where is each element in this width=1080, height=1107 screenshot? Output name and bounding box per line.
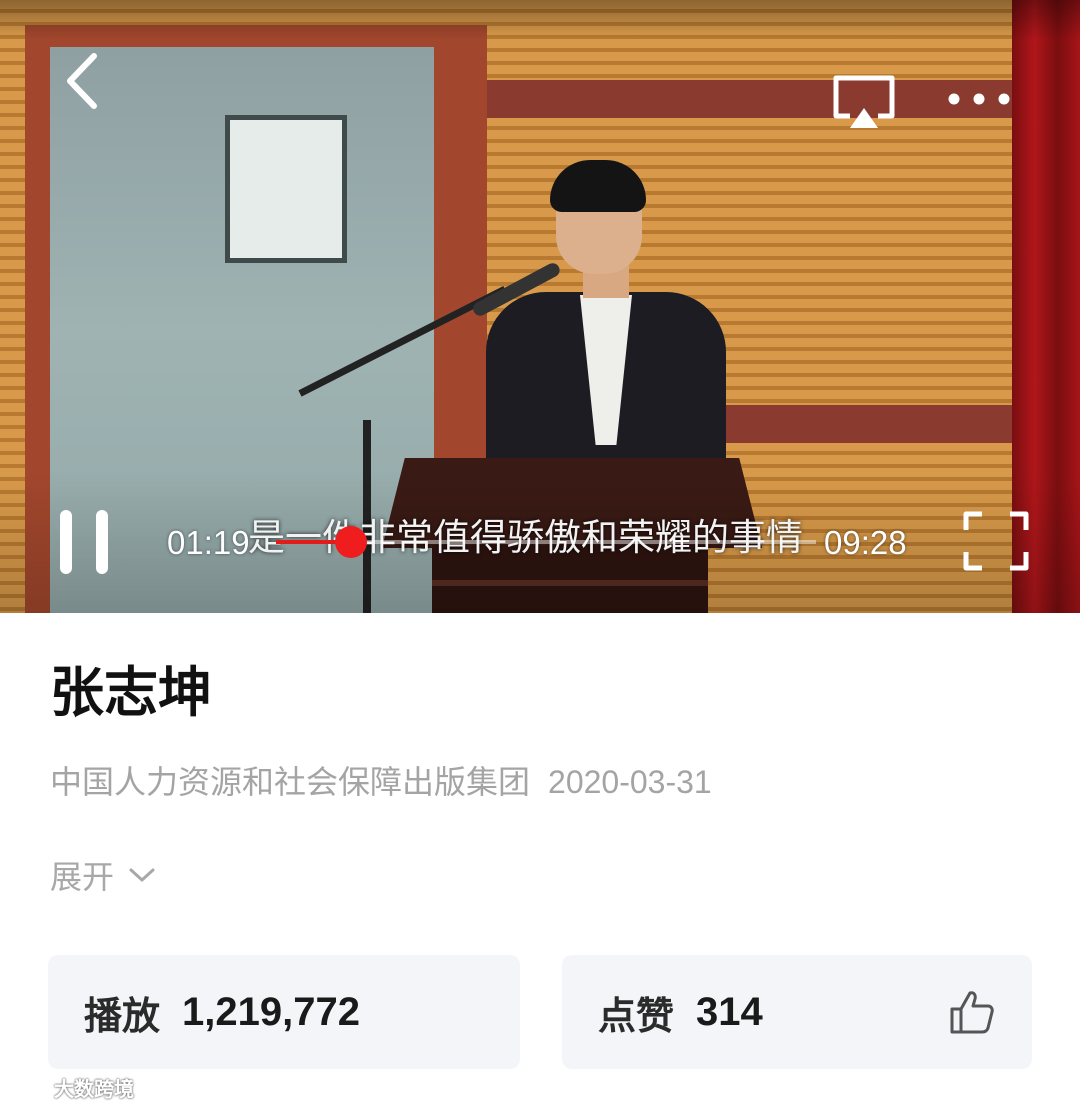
watermark-logo-icon xyxy=(8,1077,47,1097)
thumbs-up-icon[interactable] xyxy=(948,989,996,1035)
play-count-value: 1,219,772 xyxy=(182,989,360,1034)
fullscreen-icon xyxy=(963,511,1029,571)
chevron-down-icon xyxy=(129,868,155,882)
current-time: 01:19 xyxy=(167,524,250,561)
publish-date: 2020-03-31 xyxy=(548,764,712,800)
video-title: 张志坤 xyxy=(50,660,212,724)
watermark: 大数跨境 xyxy=(8,1072,134,1102)
back-chevron-icon xyxy=(67,53,97,109)
airplay-icon xyxy=(833,75,895,128)
video-frame-stripe xyxy=(720,405,1030,443)
watermark-text: 大数跨境 xyxy=(54,1078,134,1101)
like-card[interactable]: 点赞 314 xyxy=(562,955,1032,1069)
publisher-name[interactable]: 中国人力资源和社会保障出版集团 xyxy=(50,764,530,800)
total-duration: 09:28 xyxy=(824,524,907,561)
fullscreen-button[interactable] xyxy=(962,510,1030,572)
video-frame-window xyxy=(225,115,347,263)
progress-scrubber[interactable] xyxy=(335,526,367,558)
video-meta: 中国人力资源和社会保障出版集团 2020-03-31 xyxy=(50,759,712,805)
video-player[interactable]: 是一件非常值得骄傲和荣耀的事情 01:19 09:28 xyxy=(0,0,1080,613)
expand-button[interactable]: 展开 xyxy=(50,852,156,898)
play-count-card: 播放 1,219,772 xyxy=(48,955,520,1069)
progress-bar[interactable] xyxy=(276,526,816,558)
more-dots-icon xyxy=(948,93,1010,105)
play-count-label: 播放 xyxy=(84,992,161,1038)
airplay-button[interactable] xyxy=(832,74,896,132)
more-options-button[interactable] xyxy=(942,82,1016,116)
like-count-label: 点赞 xyxy=(598,992,675,1038)
pause-icon xyxy=(58,508,114,576)
pause-button[interactable] xyxy=(58,508,114,576)
expand-label: 展开 xyxy=(50,859,115,895)
video-top-shade xyxy=(0,0,1080,40)
back-button[interactable] xyxy=(58,50,108,112)
like-count-value: 314 xyxy=(696,989,763,1034)
